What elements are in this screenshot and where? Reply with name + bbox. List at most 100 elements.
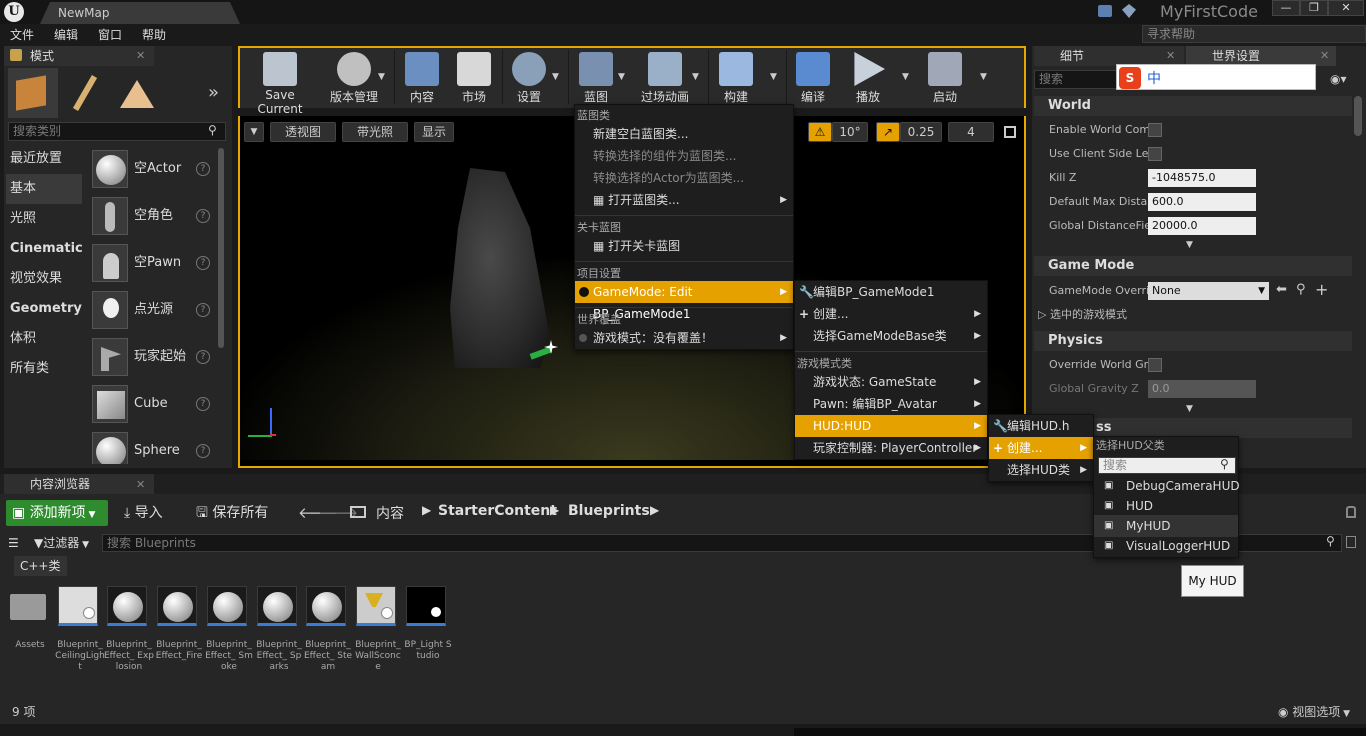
save-current-button[interactable]: Save Current bbox=[242, 48, 318, 116]
menu-edit[interactable]: 编辑 bbox=[54, 24, 78, 46]
chevron-down-icon[interactable]: ▼ bbox=[378, 72, 385, 82]
asset-tile[interactable]: Blueprint_ CeilingLight bbox=[55, 586, 105, 673]
save-all-button[interactable]: 🖫 保存所有 bbox=[196, 500, 268, 526]
launch-button[interactable]: 启动 bbox=[920, 48, 970, 106]
class-option-myhud[interactable]: ▣ MyHUD bbox=[1094, 515, 1238, 537]
modes-close-icon[interactable]: ✕ bbox=[136, 49, 145, 62]
details-tab[interactable]: 细节 bbox=[1034, 46, 1184, 66]
menu-player-controller[interactable]: 玩家控制器: PlayerController ▶ bbox=[795, 437, 987, 459]
section-physics[interactable]: Physics bbox=[1034, 331, 1352, 351]
picker-search-input[interactable]: 搜索 bbox=[1098, 457, 1236, 474]
asset-tile[interactable]: Blueprint_ WallSconce bbox=[355, 586, 401, 673]
category-volumes[interactable]: 体积 bbox=[6, 324, 82, 354]
menu-game-state[interactable]: 游戏状态: GameState ▶ bbox=[795, 371, 987, 393]
add-new-button[interactable]: ▣ 添加新项 ▼ bbox=[6, 500, 108, 526]
maximize-button[interactable]: ❐ bbox=[1300, 0, 1328, 16]
modes-scrollbar[interactable] bbox=[218, 148, 224, 348]
use-client-side-checkbox[interactable] bbox=[1148, 147, 1162, 161]
eye-icon[interactable]: ◉▾ bbox=[1330, 72, 1347, 86]
filter-button[interactable]: ▼过滤器 ▼ bbox=[34, 533, 89, 553]
help-icon[interactable]: ? bbox=[196, 209, 210, 223]
more-modes-icon[interactable]: » bbox=[208, 82, 219, 103]
import-button[interactable]: ⤓ 导入 bbox=[124, 500, 163, 526]
actor-item-cube[interactable]: Cube? bbox=[90, 381, 218, 427]
class-option-hud[interactable]: ▣ HUD bbox=[1094, 495, 1238, 517]
asset-folder[interactable]: Assets bbox=[8, 586, 52, 651]
asset-tile[interactable]: Blueprint_ Effect_ Explosion bbox=[104, 586, 154, 673]
chevron-down-icon[interactable]: ▼ bbox=[618, 72, 625, 82]
lock-icon[interactable] bbox=[1346, 506, 1356, 518]
kill-z-field[interactable]: -1048575.0 bbox=[1148, 169, 1256, 187]
breadcrumb-separator-icon[interactable]: ▶ bbox=[550, 503, 559, 517]
sources-toggle-icon[interactable]: ☰ bbox=[8, 536, 19, 550]
browse-icon[interactable]: ⚲ bbox=[1296, 282, 1306, 297]
help-icon[interactable]: ? bbox=[196, 444, 210, 458]
world-settings-tab[interactable]: 世界设置 bbox=[1186, 46, 1336, 66]
chevron-down-icon[interactable]: ▼ bbox=[552, 72, 559, 82]
help-icon[interactable]: ? bbox=[196, 350, 210, 364]
breadcrumb-separator-icon[interactable]: ▶ bbox=[422, 503, 431, 517]
close-window-button[interactable]: ✕ bbox=[1328, 0, 1364, 16]
gamemode-override-select[interactable]: None ▼ bbox=[1148, 282, 1269, 300]
notification-icon[interactable] bbox=[1098, 5, 1112, 17]
level-tab[interactable]: NewMap bbox=[40, 2, 240, 24]
menu-game-mode-override[interactable]: 游戏模式：没有覆盖！ ▶ bbox=[575, 327, 793, 349]
view-options-button[interactable]: ◉ 视图选项 ▼ bbox=[1278, 703, 1350, 720]
scale-snap-toggle[interactable]: ↗ bbox=[876, 122, 900, 142]
expand-advanced-icon[interactable]: ▼ bbox=[1186, 240, 1193, 250]
menu-edit-hud[interactable]: 🔧 编辑HUD.h bbox=[989, 415, 1093, 437]
build-button[interactable]: 构建 bbox=[712, 48, 760, 106]
maximize-viewport-icon[interactable] bbox=[1004, 126, 1016, 138]
landscape-mode-button[interactable] bbox=[112, 68, 162, 118]
menu-window[interactable]: 窗口 bbox=[98, 24, 122, 46]
content-browser-tab[interactable]: 内容浏览器 bbox=[4, 474, 154, 494]
global-distance-field[interactable]: 20000.0 bbox=[1148, 217, 1256, 235]
actor-item-sphere[interactable]: Sphere? bbox=[90, 428, 218, 464]
enable-world-comp-checkbox[interactable] bbox=[1148, 123, 1162, 137]
asset-tile[interactable]: Blueprint_ Effect_Fire bbox=[156, 586, 202, 662]
actor-item-empty-pawn[interactable]: 空Pawn? bbox=[90, 240, 218, 286]
category-lights[interactable]: 光照 bbox=[6, 204, 82, 234]
world-settings-close-icon[interactable]: ✕ bbox=[1320, 49, 1329, 62]
menu-new-empty-blueprint[interactable]: 新建空白蓝图类... bbox=[575, 123, 793, 145]
play-button[interactable]: 播放 bbox=[842, 48, 894, 106]
expand-advanced-icon[interactable]: ▼ bbox=[1186, 404, 1193, 414]
asset-tile[interactable]: Blueprint_ Effect_ Steam bbox=[304, 586, 352, 673]
category-visual-effects[interactable]: 视觉效果 bbox=[6, 264, 82, 294]
actor-item-player-start[interactable]: 玩家起始? bbox=[90, 334, 218, 380]
menu-open-level-blueprint[interactable]: ▦ 打开关卡蓝图 bbox=[575, 235, 793, 257]
asset-tile[interactable]: Blueprint_ Effect_ Smoke bbox=[205, 586, 253, 673]
save-search-icon[interactable] bbox=[1346, 536, 1356, 548]
place-mode-button[interactable] bbox=[8, 68, 58, 118]
class-option-debugcamerahud[interactable]: ▣ DebugCameraHUD bbox=[1094, 475, 1240, 497]
section-game-mode[interactable]: Game Mode bbox=[1034, 256, 1352, 276]
unreal-logo-icon[interactable]: U bbox=[4, 2, 24, 22]
menu-help[interactable]: 帮助 bbox=[142, 24, 166, 46]
details-scrollbar[interactable] bbox=[1354, 96, 1362, 136]
menu-edit-gamemode[interactable]: 🔧 编辑BP_GameMode1 bbox=[795, 281, 987, 303]
settings-button[interactable]: 设置 bbox=[506, 48, 552, 106]
content-button[interactable]: 内容 bbox=[398, 48, 446, 106]
marketplace-button[interactable]: 市场 bbox=[450, 48, 498, 106]
default-max-dist-field[interactable]: 600.0 bbox=[1148, 193, 1256, 211]
cpp-classes-filter[interactable]: C++类 bbox=[14, 556, 67, 576]
class-option-visualloggerhud[interactable]: ▣ VisualLoggerHUD bbox=[1094, 535, 1238, 557]
actor-item-empty-character[interactable]: 空角色? bbox=[90, 193, 218, 239]
cinematics-button[interactable]: 过场动画 bbox=[636, 48, 694, 106]
section-world[interactable]: World bbox=[1034, 96, 1352, 116]
prop-selected-gamemode[interactable]: ▷ 选中的游戏模式 bbox=[1038, 305, 1127, 325]
breadcrumb-blueprints[interactable]: Blueprints bbox=[568, 503, 650, 519]
override-world-gravity-checkbox[interactable] bbox=[1148, 358, 1162, 372]
menu-gamemode-edit[interactable]: GameMode: Edit BP_GameMode1 ▶ bbox=[575, 281, 793, 321]
ime-toolbar[interactable]: S 中 bbox=[1116, 64, 1316, 90]
help-icon[interactable]: ? bbox=[196, 256, 210, 270]
actor-item-point-light[interactable]: 点光源? bbox=[90, 287, 218, 333]
chevron-down-icon[interactable]: ▼ bbox=[980, 72, 987, 82]
lit-mode-button[interactable]: 带光照 bbox=[342, 122, 408, 142]
asset-tile[interactable]: BP_Light Studio bbox=[404, 586, 452, 662]
content-browser-close-icon[interactable]: ✕ bbox=[136, 478, 145, 491]
show-button[interactable]: 显示 bbox=[414, 122, 454, 142]
breadcrumb-separator-icon[interactable]: ▶ bbox=[650, 503, 659, 517]
actor-item-empty-actor[interactable]: 空Actor? bbox=[90, 146, 218, 192]
menu-open-blueprint[interactable]: ▦ 打开蓝图类... ▶ bbox=[575, 189, 793, 211]
